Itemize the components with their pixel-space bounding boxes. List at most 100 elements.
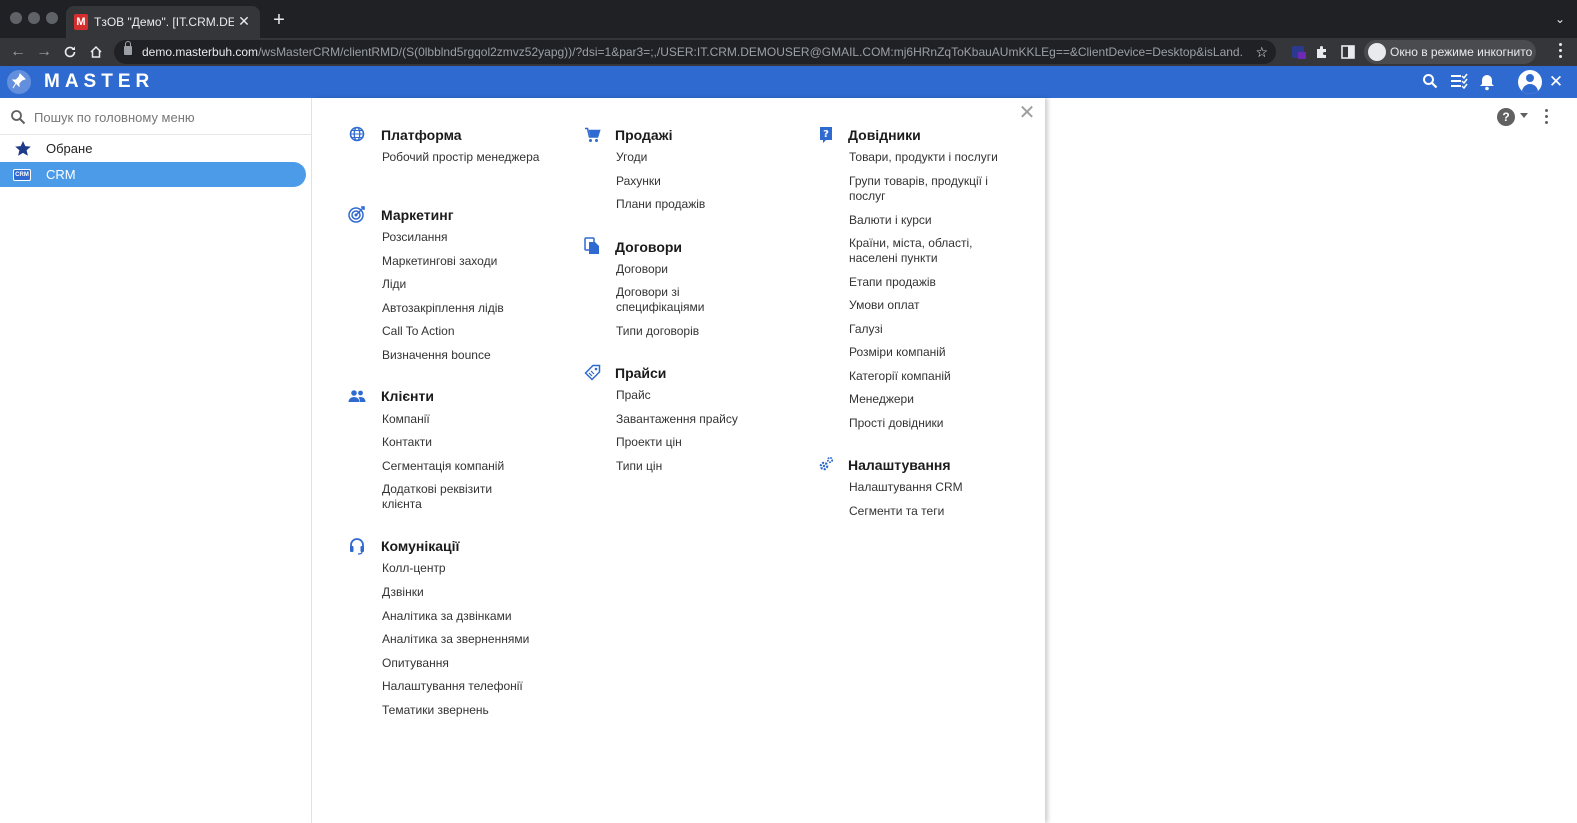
- browser-tab[interactable]: M ТзОВ "Демо". [IT.CRM.DEMOUSER ✕: [66, 6, 260, 38]
- crm-icon: CRM: [13, 169, 31, 181]
- forward-arrow-icon[interactable]: →: [34, 42, 54, 62]
- menu-item-contract-types[interactable]: Типи договорів: [616, 324, 776, 339]
- globe-icon: [349, 126, 367, 144]
- menu-item-deals[interactable]: Угоди: [616, 150, 776, 165]
- menu-item-calls[interactable]: Дзвінки: [382, 585, 542, 600]
- section-title-marketing: Маркетинг: [381, 207, 454, 223]
- tab-close-icon[interactable]: ✕: [236, 13, 252, 29]
- star-icon: [14, 140, 32, 157]
- notifications-bell-icon[interactable]: [1479, 73, 1497, 91]
- menu-item-invoices[interactable]: Рахунки: [616, 174, 776, 189]
- menu-item-company-segmentation[interactable]: Сегментація компаній: [382, 459, 542, 474]
- menu-item-client-requisites[interactable]: Додаткові реквізити клієнта: [382, 482, 512, 512]
- price-tag-icon: [584, 364, 602, 382]
- side-panel-icon[interactable]: [1340, 44, 1356, 60]
- section-title-sales: Продажі: [615, 127, 673, 143]
- people-icon: [348, 388, 366, 406]
- menu-item-company-sizes[interactable]: Розміри компаній: [849, 345, 1009, 360]
- window-minimize-dot[interactable]: [28, 12, 40, 24]
- browser-menu-icon[interactable]: [1559, 43, 1563, 61]
- menu-item-managers[interactable]: Менеджери: [849, 392, 1009, 407]
- incognito-label: Окно в режиме инкогнито: [1390, 45, 1533, 59]
- tasks-list-icon[interactable]: [1450, 73, 1468, 91]
- tab-search-chevron-icon[interactable]: ⌄: [1555, 12, 1565, 26]
- menu-item-marketing-events[interactable]: Маркетингові заходи: [382, 254, 542, 269]
- menu-item-request-topics[interactable]: Тематики звернень: [382, 703, 542, 718]
- menu-item-leads[interactable]: Ліди: [382, 277, 542, 292]
- headset-icon: [348, 537, 366, 555]
- window-zoom-dot[interactable]: [46, 12, 58, 24]
- menu-item-call-analytics[interactable]: Аналітика за дзвінками: [382, 609, 552, 624]
- help-icon[interactable]: ?: [1497, 108, 1515, 126]
- menu-item-mailings[interactable]: Розсилання: [382, 230, 542, 245]
- menu-item-goods-services[interactable]: Товари, продукти і послуги: [849, 150, 1019, 165]
- bookmark-star-icon[interactable]: ☆: [1255, 43, 1268, 61]
- sidebar: Обране CRM CRM: [0, 98, 312, 823]
- extension-icon[interactable]: [1291, 44, 1307, 60]
- menu-item-crm-settings[interactable]: Налаштування CRM: [849, 480, 1009, 495]
- menu-item-company-categories[interactable]: Категорії компаній: [849, 369, 1009, 384]
- close-menu-icon[interactable]: ✕: [1018, 103, 1036, 123]
- section-title-clients: Клієнти: [381, 388, 434, 404]
- svg-text:?: ?: [823, 129, 829, 140]
- menu-search-input[interactable]: [34, 107, 294, 127]
- section-title-communications: Комунікації: [381, 538, 460, 554]
- menu-search: [0, 98, 312, 135]
- menu-item-price-list[interactable]: Прайс: [616, 388, 776, 403]
- url-text: demo.masterbuh.com/wsMasterCRM/clientRMD…: [142, 44, 1242, 60]
- lock-icon: [124, 41, 132, 55]
- menu-item-surveys[interactable]: Опитування: [382, 656, 542, 671]
- menu-item-companies[interactable]: Компанії: [382, 412, 542, 427]
- menu-item-request-analytics[interactable]: Аналітика за зверненнями: [382, 632, 552, 647]
- tab-title: ТзОВ "Демо". [IT.CRM.DEMOUSER: [94, 15, 234, 29]
- menu-item-simple-directories[interactable]: Прості довідники: [849, 416, 1009, 431]
- reload-icon[interactable]: [60, 42, 80, 62]
- user-avatar-icon[interactable]: [1518, 70, 1542, 94]
- menu-item-call-center[interactable]: Колл-центр: [382, 561, 542, 576]
- menu-item-price-projects[interactable]: Проекти цін: [616, 435, 776, 450]
- search-icon: [10, 109, 26, 125]
- menu-item-segments-tags[interactable]: Сегменти та теги: [849, 504, 1009, 519]
- menu-item-manager-workspace[interactable]: Робочий простір менеджера: [382, 150, 542, 165]
- menu-item-sales-stages[interactable]: Етапи продажів: [849, 275, 1009, 290]
- new-tab-button[interactable]: +: [268, 9, 290, 31]
- home-icon[interactable]: [86, 42, 106, 62]
- section-title-contracts: Договори: [615, 239, 683, 255]
- menu-item-call-to-action[interactable]: Call To Action: [382, 324, 542, 339]
- sidebar-item-label: Обране: [46, 141, 93, 156]
- menu-item-payment-terms[interactable]: Умови оплат: [849, 298, 1009, 313]
- menu-item-bounce-detection[interactable]: Визначення bounce: [382, 348, 542, 363]
- help-dropdown-caret-icon[interactable]: [1520, 113, 1528, 118]
- menu-item-price-upload[interactable]: Завантаження прайсу: [616, 412, 776, 427]
- extensions-puzzle-icon[interactable]: [1314, 44, 1330, 60]
- menu-item-telephony-settings[interactable]: Налаштування телефонії: [382, 679, 542, 694]
- back-arrow-icon[interactable]: ←: [8, 42, 28, 62]
- incognito-icon: [1368, 43, 1386, 61]
- menu-item-countries-cities[interactable]: Країни, міста, області, населені пункти: [849, 236, 984, 266]
- menu-item-lead-autoassign[interactable]: Автозакріплення лідів: [382, 301, 542, 316]
- menu-item-contacts[interactable]: Контакти: [382, 435, 542, 450]
- menu-item-currencies[interactable]: Валюти і курси: [849, 213, 1009, 228]
- menu-item-price-types[interactable]: Типи цін: [616, 459, 776, 474]
- search-icon[interactable]: [1422, 73, 1440, 91]
- close-app-icon[interactable]: ✕: [1547, 73, 1565, 91]
- sidebar-item-favorites[interactable]: Обране: [0, 136, 306, 161]
- help-book-icon: ?: [818, 126, 836, 144]
- menu-item-contracts[interactable]: Договори: [616, 262, 776, 277]
- cart-icon: [584, 127, 602, 145]
- menu-item-industries[interactable]: Галузі: [849, 322, 1009, 337]
- sidebar-item-label: CRM: [46, 167, 76, 182]
- sidebar-item-crm[interactable]: CRM CRM: [0, 162, 306, 187]
- menu-item-sales-plans[interactable]: Плани продажів: [616, 197, 776, 212]
- app-logo[interactable]: MASTER: [44, 72, 154, 92]
- address-bar[interactable]: demo.masterbuh.com/wsMasterCRM/clientRMD…: [114, 40, 1276, 64]
- browser-toolbar: ← → demo.masterbuh.com/wsMasterCRM/clien…: [0, 38, 1577, 66]
- more-options-icon[interactable]: [1545, 109, 1549, 125]
- menu-item-goods-groups[interactable]: Групи товарів, продукції і послуг: [849, 174, 999, 204]
- window-close-dot[interactable]: [10, 12, 22, 24]
- gears-icon: [818, 456, 836, 474]
- menu-item-contracts-with-specs[interactable]: Договори зі специфікаціями: [616, 285, 726, 315]
- documents-icon: [584, 237, 602, 255]
- pin-icon[interactable]: [11, 73, 26, 91]
- incognito-badge[interactable]: Окно в режиме инкогнито: [1364, 40, 1536, 64]
